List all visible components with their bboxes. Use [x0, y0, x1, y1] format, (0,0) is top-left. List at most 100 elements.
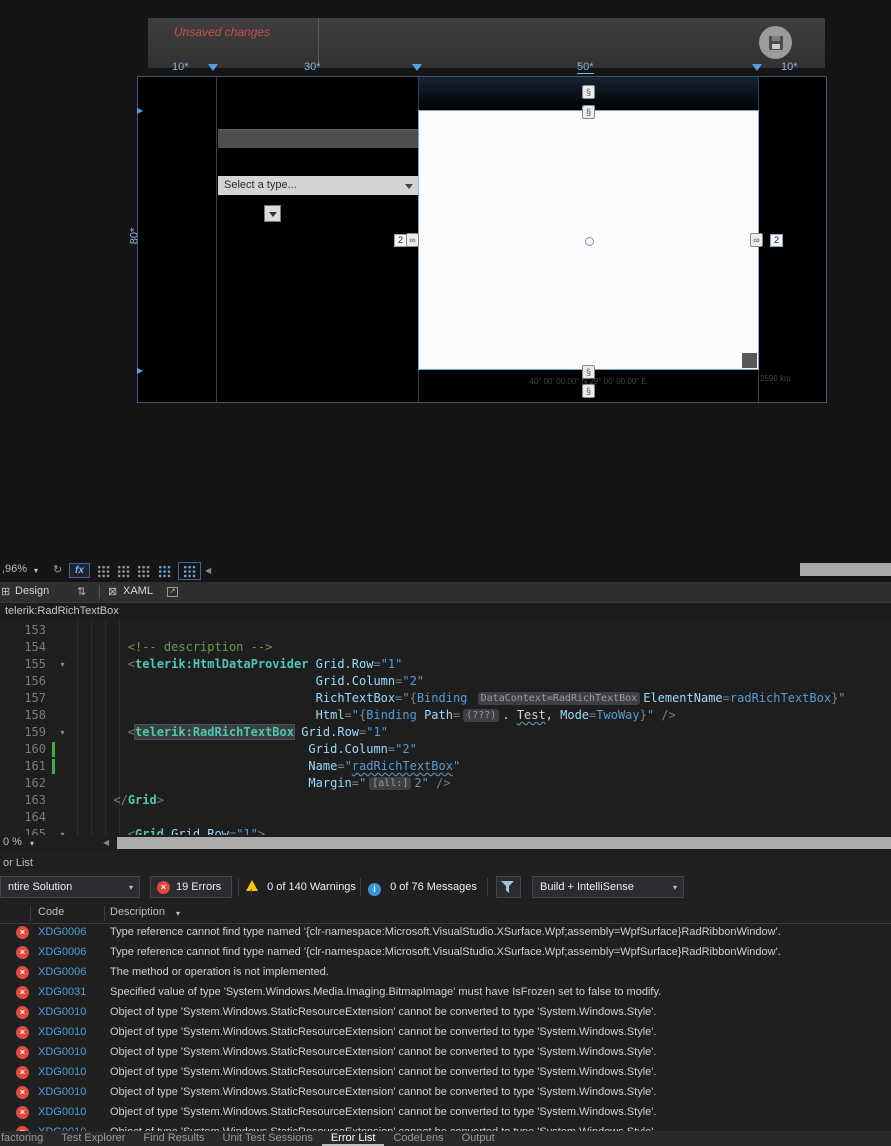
fx-effects-toggle-button[interactable]: fx [69, 563, 90, 578]
code-text[interactable]: Grid.Column="2" [70, 673, 424, 690]
error-code[interactable]: XDG0010 [38, 1086, 86, 1098]
error-row[interactable]: ×XDG0010Object of type 'System.Windows.S… [0, 1123, 891, 1131]
error-row[interactable]: ×XDG0010Object of type 'System.Windows.S… [0, 1043, 891, 1063]
code-line[interactable]: 162 Margin=" [all:] 2" /> [0, 775, 891, 792]
code-line[interactable]: 157 RichTextBox="{Binding DataContext=Ra… [0, 690, 891, 707]
error-code[interactable]: XDG0010 [38, 1006, 86, 1018]
grid-splitter-marker[interactable] [752, 64, 762, 71]
code-line[interactable]: 159 ▾ <telerik:RadRichTextBox Grid.Row="1… [0, 724, 891, 741]
snapping-toggle-button[interactable] [178, 562, 201, 580]
error-description[interactable]: The method or operation is not implement… [110, 966, 329, 978]
bottom-tab-factoring[interactable]: factoring [0, 1131, 52, 1146]
snap-grid-icon[interactable] [117, 565, 130, 578]
refresh-icon[interactable]: ↻ [53, 563, 62, 576]
bottom-tab-error-list[interactable]: Error List [322, 1131, 385, 1146]
fold-collapse-icon[interactable]: ▾ [55, 656, 70, 673]
error-description[interactable]: Object of type 'System.Windows.StaticRes… [110, 1046, 656, 1058]
code-text[interactable]: <telerik:HtmlDataProvider Grid.Row="1" [70, 656, 403, 673]
breadcrumb[interactable]: telerik:RadRichTextBox [0, 602, 891, 620]
error-row[interactable]: ×XDG0010Object of type 'System.Windows.S… [0, 1083, 891, 1103]
code-text[interactable]: Html="{Binding Path= (???). Test, Mode=Tw… [70, 707, 676, 724]
dropdown-button[interactable] [264, 205, 281, 222]
messages-filter-button[interactable]: i 0 of 76 Messages [368, 876, 477, 898]
textbox-control[interactable] [218, 129, 418, 148]
code-line[interactable]: 163 </Grid> [0, 792, 891, 809]
popout-window-icon[interactable]: ↗ [167, 587, 178, 597]
code-line[interactable]: 153 [0, 622, 891, 639]
error-description[interactable]: Object of type 'System.Windows.StaticRes… [110, 1086, 656, 1098]
error-description[interactable]: Object of type 'System.Windows.StaticRes… [110, 1106, 656, 1118]
scroll-left-icon[interactable]: ◀ [103, 838, 109, 847]
error-code[interactable]: XDG0010 [38, 1106, 86, 1118]
errors-filter-button[interactable]: × 19 Errors [150, 876, 232, 898]
editor-zoom-selector[interactable]: 0 % [3, 836, 22, 848]
error-code[interactable]: XDG0010 [38, 1066, 86, 1078]
grid-splitter-marker[interactable] [412, 64, 422, 71]
gridlines-icon[interactable] [137, 565, 150, 578]
code-text[interactable]: Name="radRichTextBox" [70, 758, 460, 775]
error-code[interactable]: XDG0006 [38, 966, 86, 978]
error-description[interactable]: Type reference cannot find type named '{… [110, 926, 781, 938]
bottom-tab-find-results[interactable]: Find Results [134, 1131, 213, 1146]
error-row[interactable]: × XDG0006 The method or operation is not i… [0, 963, 891, 983]
grid-column-line[interactable] [216, 77, 217, 402]
error-description[interactable]: Object of type 'System.Windows.StaticRes… [110, 1006, 656, 1018]
error-row[interactable]: ×XDG0010Object of type 'System.Windows.S… [0, 1063, 891, 1083]
left-anchor-chain-icon[interactable]: ∞ [406, 233, 419, 247]
scroll-left-icon[interactable]: ◀ [205, 566, 211, 575]
warnings-filter-button[interactable]: ! 0 of 140 Warnings [246, 876, 356, 898]
designed-window-titlebar[interactable]: Unsaved changes [148, 18, 825, 68]
tab-xaml[interactable]: XAML [123, 585, 153, 597]
code-line[interactable]: 155 ▾ <telerik:HtmlDataProvider Grid.Row=… [0, 656, 891, 673]
error-row[interactable]: × XDG0006 Type reference cannot find type … [0, 923, 891, 943]
column-divider[interactable] [30, 906, 31, 921]
grid-column-width-2[interactable]: 50* [577, 61, 594, 74]
scope-filter-dropdown[interactable]: ntire Solution ▾ [0, 876, 140, 898]
error-code[interactable]: XDG0031 [38, 986, 86, 998]
code-text[interactable]: <!-- description --> [70, 639, 273, 656]
designer-hscrollbar[interactable] [800, 563, 891, 576]
fold-collapse-icon[interactable]: ▾ [55, 826, 70, 835]
swap-panes-icon[interactable]: ⇅ [77, 585, 86, 598]
type-combobox[interactable]: Select a type... [218, 176, 419, 195]
column-divider[interactable] [104, 906, 105, 921]
design-artboard[interactable]: Select a type... 2 2 ∞ ∞ § § § § 40° 00'… [137, 76, 827, 403]
code-line[interactable]: 156 Grid.Column="2" [0, 673, 891, 690]
xaml-designer-surface[interactable]: Unsaved changes 10* 30* 50* 10* 80* Sele… [0, 0, 891, 560]
designer-hscrollbar-thumb[interactable] [800, 563, 891, 576]
resize-grip[interactable] [742, 353, 757, 368]
top-anchor-icon[interactable]: § [582, 85, 595, 99]
margin-badge-right[interactable]: 2 [770, 234, 783, 247]
zoom-selector[interactable]: ,96% [2, 563, 27, 575]
column-header-description[interactable]: Description [110, 906, 165, 918]
right-anchor-chain-icon[interactable]: ∞ [750, 233, 763, 247]
editor-hscrollbar-thumb[interactable] [117, 837, 891, 849]
error-table-rows[interactable]: × XDG0006 Type reference cannot find type … [0, 923, 891, 1131]
error-description[interactable]: Object of type 'System.Windows.StaticRes… [110, 1066, 656, 1078]
error-description[interactable]: Specified value of type 'System.Windows.… [110, 986, 661, 998]
bottom-tab-unit-test-sessions[interactable]: Unit Test Sessions [214, 1131, 322, 1146]
fold-collapse-icon[interactable]: ▾ [55, 724, 70, 741]
top-chain-icon[interactable]: § [582, 105, 595, 119]
bottom-tab-output[interactable]: Output [453, 1131, 504, 1146]
tab-design[interactable]: Design [15, 585, 49, 597]
grid-splitter-marker[interactable] [208, 64, 218, 71]
error-code[interactable]: XDG0010 [38, 1046, 86, 1058]
bottom-anchor-icon[interactable]: § [582, 384, 595, 398]
save-button[interactable] [759, 26, 792, 59]
sort-caret-icon[interactable]: ▾ [176, 909, 180, 918]
code-lines[interactable]: 153 154 <!-- description --> 155 ▾ <telerik… [0, 620, 891, 835]
code-text[interactable]: </Grid> [70, 792, 164, 809]
row-edge-arrow-icon[interactable]: ▶ [137, 367, 143, 375]
breadcrumb-path[interactable]: telerik:RadRichTextBox [5, 605, 119, 617]
show-grid-icon[interactable] [97, 565, 110, 578]
code-text[interactable]: Margin=" [all:] 2" /> [70, 775, 451, 792]
error-row[interactable]: ×XDG0010Object of type 'System.Windows.S… [0, 1103, 891, 1123]
error-row[interactable]: ×XDG0010Object of type 'System.Windows.S… [0, 1023, 891, 1043]
column-header-code[interactable]: Code [38, 906, 64, 918]
columns-filter-button[interactable] [496, 876, 521, 898]
error-description[interactable]: Type reference cannot find type named '{… [110, 946, 781, 958]
code-text[interactable]: Grid.Column="2" [70, 741, 416, 758]
code-line[interactable]: 165 ▾ <Grid Grid.Row="1"> [0, 826, 891, 835]
xaml-code-editor[interactable]: 153 154 <!-- description --> 155 ▾ <telerik… [0, 620, 891, 835]
